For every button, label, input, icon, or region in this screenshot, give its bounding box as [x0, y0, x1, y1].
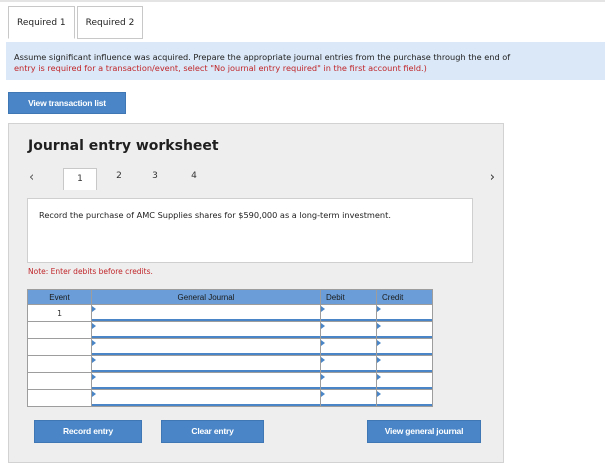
table-row: [27, 372, 433, 390]
chevron-right-icon[interactable]: ›: [490, 170, 495, 185]
instructions-line-2: entry is required for a transaction/even…: [14, 63, 427, 73]
page-3[interactable]: 3: [148, 171, 162, 181]
credit-input[interactable]: [376, 321, 433, 339]
debit-input[interactable]: [320, 338, 377, 356]
debits-credits-note: Note: Enter debits before credits.: [28, 267, 153, 276]
tab-required-2[interactable]: Required 2: [76, 6, 144, 39]
instructions-box: Assume significant influence was acquire…: [6, 42, 605, 80]
credit-input[interactable]: [376, 338, 433, 356]
table-header-row: Event General Journal Debit Credit: [27, 289, 433, 305]
transaction-description: Record the purchase of AMC Supplies shar…: [27, 198, 473, 263]
header-debit: Debit: [320, 289, 377, 305]
header-general-journal: General Journal: [91, 289, 321, 305]
credit-input[interactable]: [376, 304, 433, 322]
event-cell: [27, 372, 92, 390]
worksheet-pager: ‹ 1 2 3 4 ›: [26, 168, 501, 190]
tab-required-1[interactable]: Required 1: [8, 6, 75, 39]
account-input[interactable]: [91, 355, 321, 373]
top-divider: [0, 0, 605, 2]
event-cell: [27, 321, 92, 339]
header-event: Event: [27, 289, 92, 305]
table-row: [27, 321, 433, 339]
credit-input[interactable]: [376, 389, 433, 407]
debit-input[interactable]: [320, 389, 377, 407]
account-input[interactable]: [91, 389, 321, 407]
header-credit: Credit: [376, 289, 433, 305]
debit-input[interactable]: [320, 355, 377, 373]
chevron-left-icon[interactable]: ‹: [29, 170, 34, 185]
debit-input[interactable]: [320, 304, 377, 322]
account-input[interactable]: [91, 338, 321, 356]
view-general-journal-button[interactable]: View general journal: [367, 420, 481, 443]
requirement-tabs: Required 1 Required 2: [8, 6, 145, 39]
event-cell: [27, 389, 92, 407]
table-row: [27, 389, 433, 407]
account-input[interactable]: [91, 321, 321, 339]
page-1[interactable]: 1: [63, 168, 97, 190]
worksheet-title: Journal entry worksheet: [28, 138, 219, 154]
credit-input[interactable]: [376, 355, 433, 373]
table-row: [27, 338, 433, 356]
table-row: [27, 355, 433, 373]
clear-entry-button[interactable]: Clear entry: [161, 420, 264, 443]
account-input[interactable]: [91, 304, 321, 322]
debit-input[interactable]: [320, 372, 377, 390]
journal-entry-table: Event General Journal Debit Credit 1: [27, 289, 433, 407]
event-cell: 1: [27, 304, 92, 322]
journal-entry-worksheet-panel: Journal entry worksheet ‹ 1 2 3 4 › Reco…: [8, 123, 504, 463]
credit-input[interactable]: [376, 372, 433, 390]
event-cell: [27, 338, 92, 356]
instructions-line-1: Assume significant influence was acquire…: [14, 52, 511, 62]
page-4[interactable]: 4: [187, 171, 201, 181]
view-transaction-list-button[interactable]: View transaction list: [8, 92, 126, 114]
debit-input[interactable]: [320, 321, 377, 339]
page-2[interactable]: 2: [112, 171, 126, 181]
record-entry-button[interactable]: Record entry: [34, 420, 142, 443]
event-cell: [27, 355, 92, 373]
account-input[interactable]: [91, 372, 321, 390]
table-row: 1: [27, 304, 433, 322]
